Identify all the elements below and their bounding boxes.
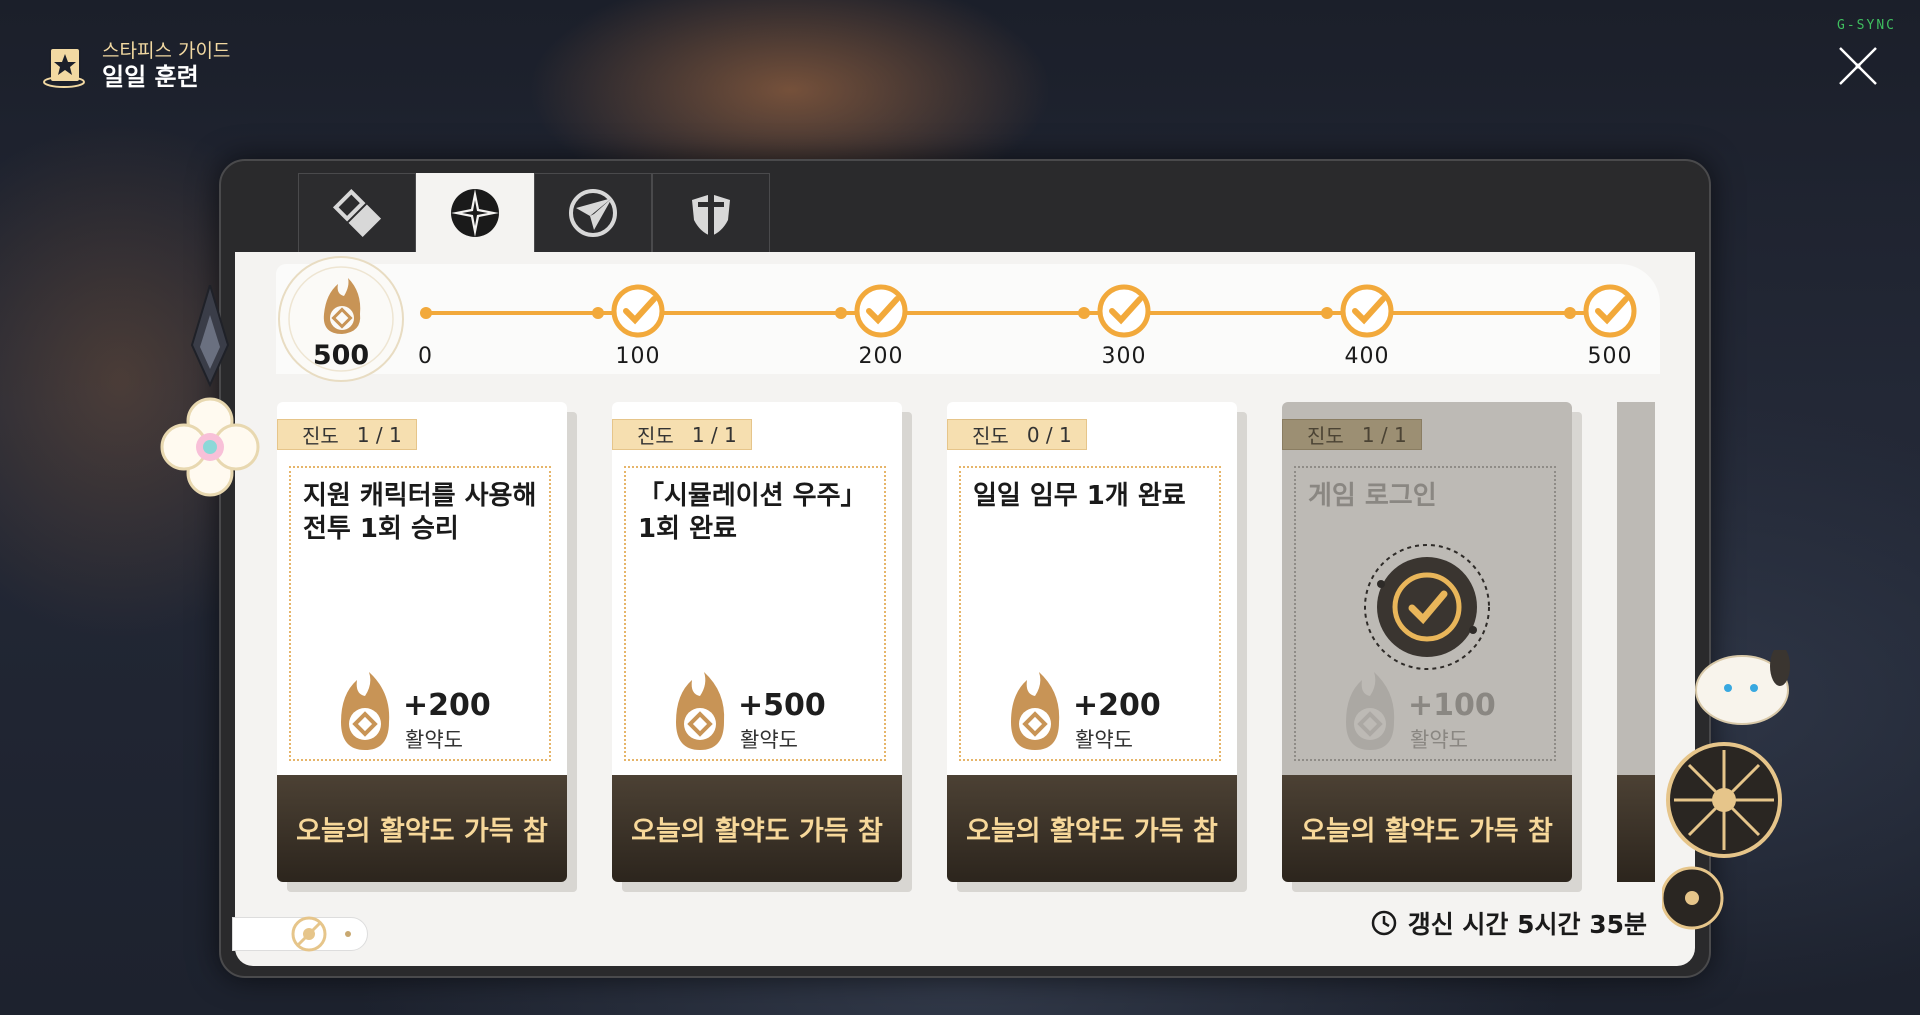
milestone-100-check-icon[interactable]: [610, 283, 666, 339]
card-body: 진도 1 / 1 게임 로그인 +100 활약도: [1282, 402, 1572, 775]
category-tabs: [298, 173, 770, 252]
mission-card-partial: [1617, 402, 1655, 882]
page-dot: [345, 931, 351, 937]
reward-label: 활약도: [740, 728, 798, 752]
progress-value: 1 / 1: [356, 422, 402, 447]
card-body: [1617, 402, 1655, 775]
tab-guide[interactable]: [298, 173, 416, 252]
reward-amount: +200: [403, 688, 491, 723]
progress-value: 1 / 1: [691, 422, 737, 447]
reward-label: 활약도: [405, 728, 463, 752]
milestone-300-check-icon[interactable]: [1096, 283, 1152, 339]
refresh-timer: 갱신 시간 5시간 35분: [1370, 905, 1647, 941]
mission-title: 지원 캐릭터를 사용해 전투 1회 승리: [303, 481, 537, 544]
mission-title: 게임 로그인: [1308, 481, 1437, 511]
page-title: 일일 훈련: [102, 63, 199, 91]
activity-total: 500: [312, 340, 370, 371]
activity-full-button[interactable]: 오늘의 활약도 가득 참: [277, 775, 567, 882]
progress-node-dot: [592, 307, 604, 319]
guide-book-icon: [43, 47, 85, 88]
guide-subtitle: 스타피스 가이드: [102, 40, 231, 62]
milestone-500-check-icon[interactable]: [1582, 283, 1638, 339]
progress-value: 0 / 1: [1026, 422, 1072, 447]
tab-event[interactable]: [534, 173, 652, 252]
card-progress-tag: 진도 1 / 1: [277, 419, 417, 450]
activity-full-button[interactable]: 오늘의 활약도 가득 참: [612, 775, 902, 882]
mission-card: 진도 0 / 1 일일 임무 1개 완료 +200 활약도 오늘의 활약도 가득…: [947, 402, 1247, 892]
activity-full-button[interactable]: 오늘의 활약도 가득 참: [947, 775, 1237, 882]
card-body: 진도 0 / 1 일일 임무 1개 완료 +200 활약도: [947, 402, 1237, 775]
card-button-partial[interactable]: [1617, 775, 1655, 882]
milestone-label: 400: [1344, 344, 1390, 369]
star-compass-icon: [451, 189, 499, 237]
diamond-blocks-icon: [332, 188, 382, 238]
card-progress-tag: 진도 1 / 1: [612, 419, 752, 450]
activity-full-button[interactable]: 오늘의 활약도 가득 참: [1282, 775, 1572, 882]
card-body: 진도 1 / 1 「시뮬레이션 우주」 1회 완료 +500 활약도: [612, 402, 902, 775]
progress-label: 진도: [637, 424, 674, 448]
progress-label: 진도: [972, 424, 1009, 448]
milestone-label: 200: [858, 344, 904, 369]
reward-amount: +200: [1073, 688, 1161, 723]
mission-title: 「시뮬레이션 우주」 1회 완료: [638, 481, 867, 544]
reward-label: 활약도: [1075, 728, 1133, 752]
reward-amount: +100: [1408, 688, 1496, 723]
clock-icon: [1371, 910, 1396, 936]
compass-emblem-icon: [291, 916, 327, 952]
paper-plane-icon: [569, 189, 617, 237]
milestone-label: 100: [615, 344, 661, 369]
card-progress-tag: 진도 1 / 1: [1282, 419, 1422, 450]
milestone-label: 500: [1587, 344, 1633, 369]
tab-daily[interactable]: [416, 173, 534, 252]
progress-start-dot: [420, 307, 432, 319]
milestone-label: 300: [1101, 344, 1147, 369]
rabbit-flower-charm-icon: [1662, 650, 1790, 930]
activity-flame-icon: [676, 672, 725, 750]
close-icon[interactable]: [1836, 44, 1880, 88]
activity-flame-icon: [1011, 672, 1060, 750]
activity-flame-icon: [1346, 672, 1395, 750]
card-progress-tag: 진도 0 / 1: [947, 419, 1087, 450]
reward-label: 활약도: [1410, 728, 1468, 752]
progress-node-dot: [1321, 307, 1333, 319]
milestone-400-check-icon[interactable]: [1339, 283, 1395, 339]
milestone-label: 0: [418, 344, 433, 369]
activity-flame-icon: [341, 672, 390, 750]
flower-charm-icon: [160, 285, 260, 497]
progress-label: 진도: [302, 424, 339, 448]
mission-title: 일일 임무 1개 완료: [973, 481, 1186, 511]
mission-card: 진도 1 / 1 지원 캐릭터를 사용해 전투 1회 승리 +200 활약도 오…: [277, 402, 577, 892]
page-indicator[interactable]: [232, 916, 368, 952]
progress-node-dot: [835, 307, 847, 319]
progress-value: 1 / 1: [1361, 422, 1407, 447]
refresh-text: 갱신 시간 5시간 35분: [1407, 910, 1647, 939]
guide-header: 스타피스 가이드 일일 훈련: [42, 40, 230, 92]
milestone-200-check-icon[interactable]: [853, 283, 909, 339]
progress-node-dot: [1078, 307, 1090, 319]
mission-card: 진도 1 / 1 「시뮬레이션 우주」 1회 완료 +500 활약도 오늘의 활…: [612, 402, 912, 892]
progress-label: 진도: [1307, 424, 1344, 448]
mission-card-completed: 진도 1 / 1 게임 로그인 +100 활약도 오늘의 활약도 가득 참: [1282, 402, 1582, 892]
completed-check-icon: [1364, 544, 1490, 670]
reward-amount: +500: [738, 688, 826, 723]
card-body: 진도 1 / 1 지원 캐릭터를 사용해 전투 1회 승리 +200 활약도: [277, 402, 567, 775]
progress-node-dot: [1564, 307, 1576, 319]
gsync-indicator: G-SYNC: [1837, 18, 1896, 33]
shield-icon: [692, 188, 730, 238]
tab-tech[interactable]: [652, 173, 770, 252]
